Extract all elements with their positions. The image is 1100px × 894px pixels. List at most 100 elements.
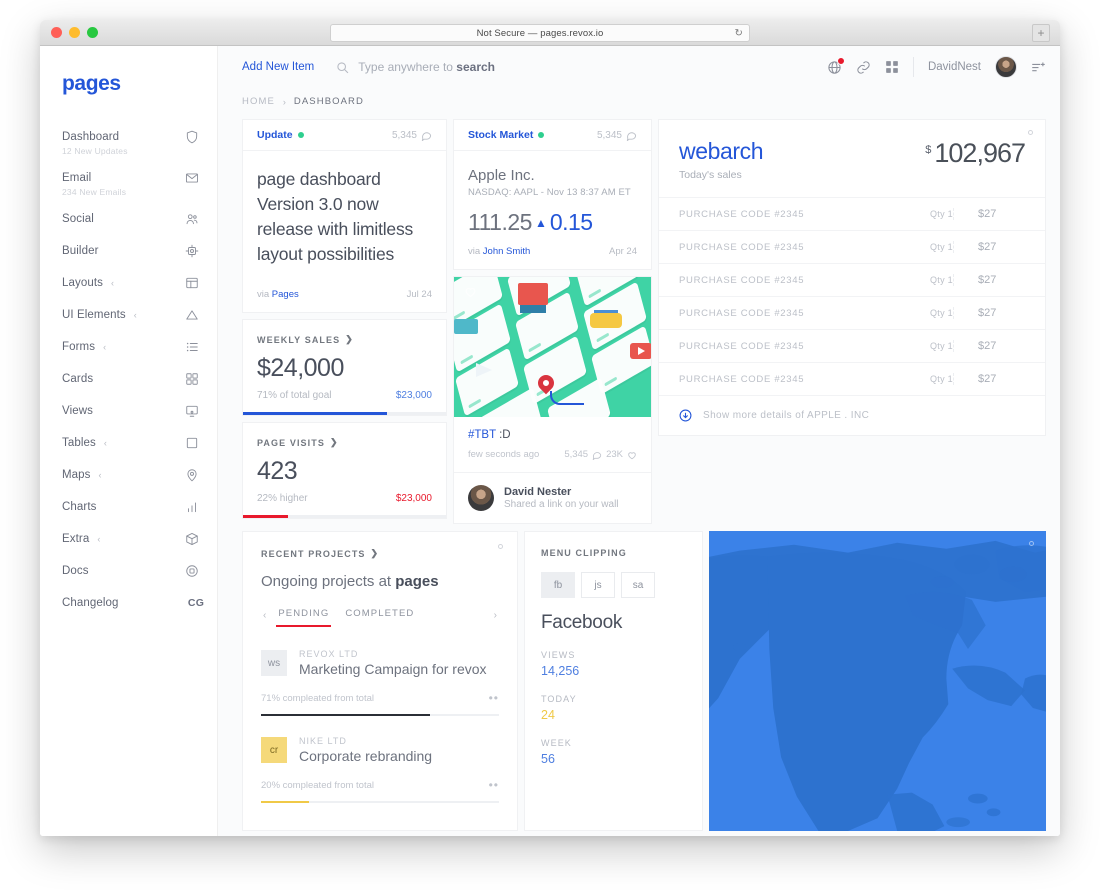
- sidebar-item-extra[interactable]: Extra ‹: [40, 526, 217, 552]
- dashboard-bottom-grid: RECENT PROJECTS ❯ Ongoing projects at pa…: [218, 531, 1060, 831]
- sidebar-item-charts[interactable]: Charts: [40, 494, 217, 520]
- stock-card-title[interactable]: Stock Market: [468, 129, 545, 141]
- sidebar-item-changelog[interactable]: Changelog CG: [40, 590, 217, 616]
- project-tabs: ‹ PENDING COMPLETED ›: [261, 604, 499, 629]
- tabs-next-arrow[interactable]: ›: [492, 610, 499, 621]
- minimize-window-button[interactable]: [69, 27, 80, 38]
- sidebar-item-label: Cards: [62, 373, 94, 385]
- show-more-row[interactable]: Show more details of APPLE . INC: [659, 395, 1045, 435]
- person-subtitle: Shared a link on your wall: [504, 499, 619, 510]
- tabs-prev-arrow[interactable]: ‹: [261, 610, 278, 621]
- sidebar-item-layouts[interactable]: Layouts ‹: [40, 270, 217, 296]
- page-viewport: pages Dashboard 12 New Updates Email 234 Ne…: [40, 46, 1060, 836]
- project-progress-text: 20% compleated from total: [261, 779, 375, 791]
- brand-logo[interactable]: pages: [40, 72, 217, 96]
- search-input[interactable]: Type anywhere to search: [358, 60, 495, 74]
- link-icon[interactable]: [856, 60, 871, 75]
- webarch-title[interactable]: webarch: [679, 138, 764, 165]
- purchase-row[interactable]: PURCHASE CODE #2345 Qty 1 $27: [659, 329, 1045, 362]
- panel-options-icon[interactable]: [498, 544, 503, 549]
- sidebar-item-views[interactable]: Views: [40, 398, 217, 424]
- page-visits-value: 423: [257, 457, 298, 485]
- purchase-row[interactable]: PURCHASE CODE #2345 Qty 1 $27: [659, 362, 1045, 395]
- purchase-row[interactable]: PURCHASE CODE #2345 Qty 1 $27: [659, 296, 1045, 329]
- maximize-window-button[interactable]: [87, 27, 98, 38]
- sidebar-item-social[interactable]: Social: [40, 206, 217, 232]
- sidebar-item-label: Forms: [62, 341, 96, 353]
- purchase-row[interactable]: PURCHASE CODE #2345 Qty 1 $27: [659, 230, 1045, 263]
- menu-clipping-tab-fb[interactable]: fb: [541, 572, 575, 598]
- project-progress-track: [261, 714, 499, 716]
- project-item[interactable]: cr NIKE LTD Corporate rebranding 20% comple…: [261, 736, 499, 803]
- project-item[interactable]: ws REVOX LTD Marketing Campaign for revox 7…: [261, 649, 499, 716]
- stock-comment-count: 5,345: [596, 129, 622, 141]
- new-tab-button[interactable]: +: [1032, 24, 1050, 42]
- avatar: [468, 485, 494, 511]
- panel-options-icon[interactable]: [1028, 130, 1033, 135]
- bars-icon: [185, 500, 199, 514]
- tbt-hashtag[interactable]: #TBT: [468, 429, 496, 441]
- world-map-widget[interactable]: [709, 531, 1046, 831]
- purchase-qty: Qty 1: [929, 341, 953, 351]
- purchase-code: PURCHASE CODE #2345: [679, 274, 805, 286]
- stock-via-name[interactable]: John Smith: [483, 246, 531, 257]
- person-row[interactable]: David Nester Shared a link on your wall: [454, 472, 651, 523]
- username-label[interactable]: DavidNest: [928, 61, 981, 73]
- chevron-right-icon: ❯: [345, 334, 354, 344]
- taxi-object: [590, 313, 622, 328]
- chevron-left-icon: ‹: [103, 438, 107, 448]
- list-icon: [185, 340, 199, 354]
- menu-clipping-tab-js[interactable]: js: [581, 572, 615, 598]
- apps-grid-icon[interactable]: [885, 60, 899, 74]
- purchase-price: $27: [953, 241, 1045, 253]
- heart-icon[interactable]: [464, 285, 477, 303]
- purchase-row[interactable]: PURCHASE CODE #2345 Qty 1 $27: [659, 197, 1045, 230]
- purchase-row[interactable]: PURCHASE CODE #2345 Qty 1 $27: [659, 263, 1045, 296]
- tab-pending[interactable]: PENDING: [276, 604, 332, 627]
- avatar[interactable]: [995, 56, 1017, 78]
- reload-icon[interactable]: ↻: [735, 27, 743, 41]
- project-progress-track: [261, 801, 499, 803]
- sidebar-item-docs[interactable]: Docs: [40, 558, 217, 584]
- project-more-icon[interactable]: ••: [489, 778, 499, 792]
- page-visits-card[interactable]: PAGE VISITS ❯ 423 22% higher $23,000: [242, 422, 447, 519]
- sidebar-item-ui-elements[interactable]: UI Elements ‹: [40, 302, 217, 328]
- window-controls[interactable]: [51, 27, 98, 38]
- page-visits-row: 22% higher $23,000: [257, 493, 432, 504]
- sidebar-item-label: Docs: [62, 565, 89, 577]
- panel-options-icon[interactable]: [1029, 541, 1034, 546]
- globe-notifications-icon[interactable]: [827, 56, 845, 75]
- breadcrumb-home[interactable]: HOME: [242, 96, 275, 107]
- recent-projects-title: RECENT PROJECTS ❯: [261, 548, 499, 559]
- weekly-sales-card[interactable]: WEEKLY SALES ❯ $24,000 71% of total goal…: [242, 319, 447, 416]
- address-bar[interactable]: Not Secure — pages.revox.io ↻: [330, 24, 750, 42]
- trend-up-icon: ▲: [534, 216, 547, 230]
- search-area[interactable]: Type anywhere to search: [336, 60, 827, 74]
- update-card-title[interactable]: Update: [257, 129, 304, 141]
- weekly-sales-amount: $23,000: [395, 390, 432, 401]
- stat-label: VIEWS: [541, 650, 576, 660]
- sidebar-item-dashboard[interactable]: Dashboard: [40, 124, 217, 150]
- stat-label: TODAY: [541, 694, 577, 704]
- status-dot-icon: [538, 132, 545, 138]
- sidebar-item-maps[interactable]: Maps ‹: [40, 462, 217, 488]
- sidebar-item-forms[interactable]: Forms ‹: [40, 334, 217, 360]
- stock-delta-value: 0.15: [549, 209, 593, 235]
- webarch-header: webarch Today's sales $ 102,967: [659, 120, 1045, 197]
- add-user-icon[interactable]: [1031, 60, 1046, 75]
- close-window-button[interactable]: [51, 27, 62, 38]
- sidebar-item-email[interactable]: Email: [40, 165, 217, 191]
- sidebar-item-builder[interactable]: Builder: [40, 238, 217, 264]
- menu-clipping-tab-sa[interactable]: sa: [621, 572, 655, 598]
- sidebar-item-tables[interactable]: Tables ‹: [40, 430, 217, 456]
- project-more-icon[interactable]: ••: [489, 691, 499, 705]
- breadcrumb-separator: ›: [282, 96, 286, 107]
- chevron-right-icon: ❯: [329, 437, 339, 447]
- sidebar-item-cards[interactable]: Cards: [40, 366, 217, 392]
- update-via-name[interactable]: Pages: [272, 289, 299, 300]
- sidebar-item-label: Changelog: [62, 597, 119, 609]
- tab-completed[interactable]: COMPLETED: [345, 604, 414, 627]
- add-new-item-button[interactable]: Add New Item: [242, 61, 314, 73]
- sidebar-item-label: Layouts: [62, 277, 103, 289]
- update-date: Jul 24: [406, 289, 432, 300]
